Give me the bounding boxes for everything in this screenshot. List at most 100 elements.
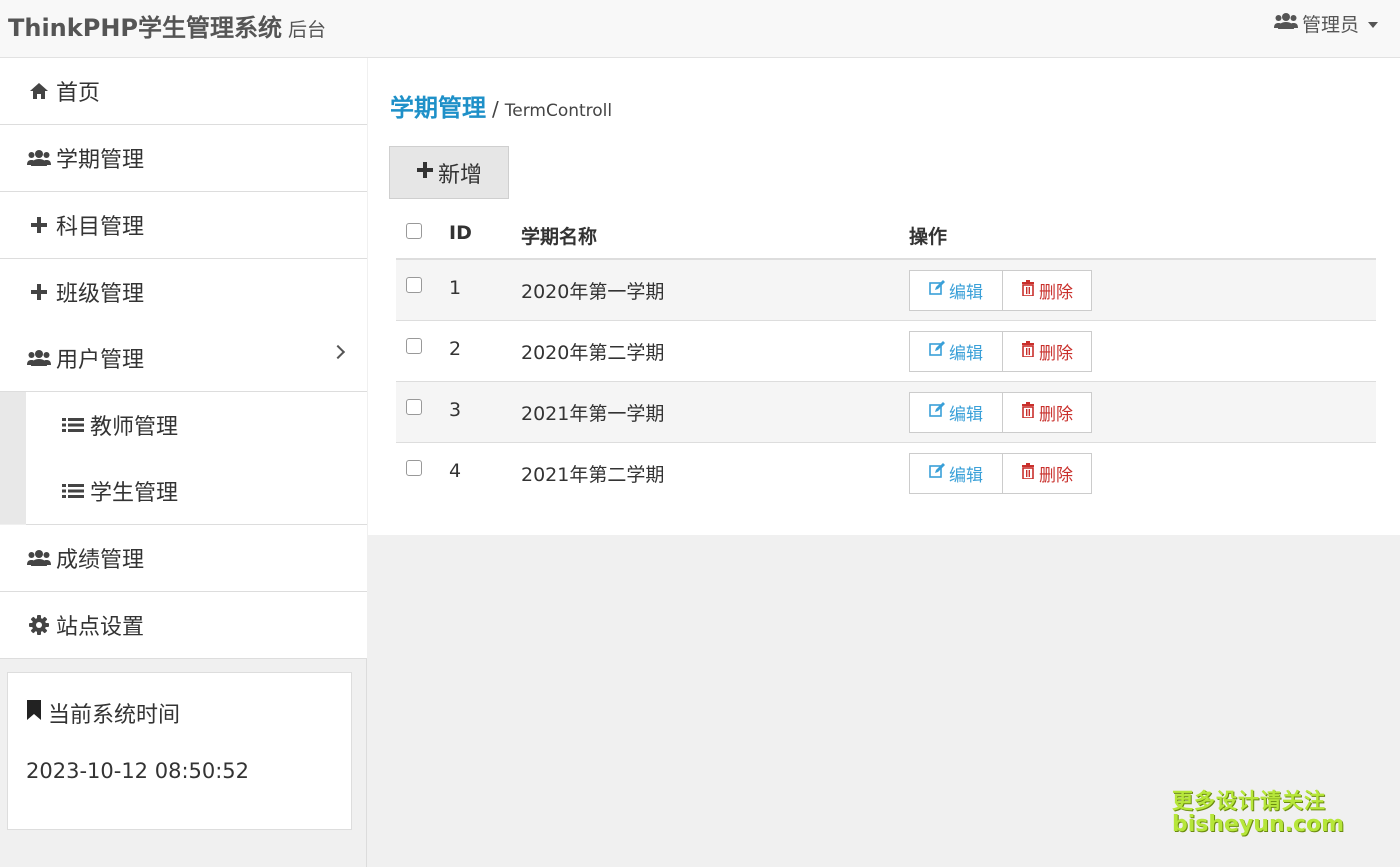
row-actions: 编辑 删除	[909, 331, 1092, 372]
edit-icon	[929, 341, 945, 362]
row-actions: 编辑 删除	[909, 392, 1092, 433]
user-dropdown[interactable]: 管理员	[1273, 10, 1378, 37]
users-icon	[26, 149, 52, 167]
brand[interactable]: ThinkPHP学生管理系统 后台	[8, 8, 326, 43]
edit-icon	[929, 402, 945, 423]
users-icon	[26, 549, 52, 567]
sidebar-item-scores[interactable]: 成绩管理	[0, 525, 367, 592]
chevron-right-icon	[330, 344, 346, 360]
delete-button[interactable]: 删除	[1003, 331, 1092, 372]
page-subtitle: TermControll	[504, 101, 613, 121]
sidebar-item-label: 用户管理	[56, 348, 145, 373]
edit-button-label: 编辑	[949, 405, 983, 425]
delete-button-label: 删除	[1039, 405, 1073, 425]
edit-button[interactable]: 编辑	[909, 331, 1003, 372]
table-row: 3 2021年第一学期 编辑 删除	[396, 382, 1376, 443]
brand-subtitle: 后台	[288, 19, 327, 41]
sidebar-item-teachers[interactable]: 教师管理	[26, 392, 367, 459]
row-checkbox[interactable]	[406, 399, 422, 415]
sidebar-item-label: 首页	[56, 81, 101, 106]
sidebar-item-settings[interactable]: 站点设置	[0, 592, 367, 659]
add-button[interactable]: 新增	[389, 146, 509, 199]
row-term-name: 2021年第一学期	[521, 403, 665, 425]
sidebar-item-subjects[interactable]: 科目管理	[0, 192, 367, 259]
list-icon	[60, 417, 86, 433]
row-actions: 编辑 删除	[909, 270, 1092, 311]
user-label: 管理员	[1301, 14, 1359, 36]
delete-button-label: 删除	[1039, 283, 1073, 303]
current-time-value: 2023-10-12 08:50:52	[26, 759, 250, 783]
sidebar-item-users[interactable]: 用户管理	[0, 325, 367, 392]
submenu-gutter	[0, 391, 26, 524]
time-panel-title: 当前系统时间	[26, 697, 180, 729]
top-navbar: ThinkPHP学生管理系统 后台 管理员	[0, 0, 1400, 58]
edit-icon	[929, 280, 945, 301]
sidebar-item-label: 班级管理	[56, 282, 145, 307]
users-icon	[26, 349, 52, 367]
sidebar-item-label: 成绩管理	[56, 548, 145, 573]
breadcrumb: 学期管理 / TermControll	[390, 88, 612, 123]
row-checkbox[interactable]	[406, 338, 422, 354]
sidebar-item-students[interactable]: 学生管理	[26, 458, 367, 525]
delete-button-label: 删除	[1039, 466, 1073, 486]
watermark-line1: 更多设计请关注	[1172, 789, 1326, 813]
plus-icon	[26, 216, 52, 234]
trash-icon	[1021, 402, 1035, 423]
edit-button[interactable]: 编辑	[909, 453, 1003, 494]
breadcrumb-separator: /	[492, 97, 499, 121]
watermark-line2: bisheyun.com	[1172, 812, 1345, 838]
page-title: 学期管理	[390, 94, 486, 122]
sidebar: 首页 学期管理 科目管理 班级管理 用户管理 教师管理 学生管理 成绩管理 站点…	[0, 58, 367, 867]
delete-button[interactable]: 删除	[1003, 453, 1092, 494]
edit-button-label: 编辑	[949, 344, 983, 364]
table-header: ID 学期名称 操作	[396, 208, 1376, 260]
row-term-name: 2020年第一学期	[521, 281, 665, 303]
sidebar-item-label: 学期管理	[56, 148, 145, 173]
row-checkbox[interactable]	[406, 277, 422, 293]
row-id: 3	[449, 399, 462, 421]
delete-button-label: 删除	[1039, 344, 1073, 364]
sidebar-item-classes[interactable]: 班级管理	[0, 259, 367, 326]
main-content: 学期管理 / TermControll 新增 ID 学期名称 操作 1 2020…	[368, 58, 1400, 535]
plus-icon	[416, 160, 434, 185]
bookmark-icon	[26, 700, 42, 726]
row-term-name: 2021年第二学期	[521, 464, 665, 486]
edit-button[interactable]: 编辑	[909, 392, 1003, 433]
delete-button[interactable]: 删除	[1003, 270, 1092, 311]
sidebar-item-home[interactable]: 首页	[0, 58, 367, 125]
row-actions: 编辑 删除	[909, 453, 1092, 494]
table-row: 1 2020年第一学期 编辑 删除	[396, 260, 1376, 321]
system-time-panel: 当前系统时间 2023-10-12 08:50:52	[7, 672, 352, 830]
sidebar-item-label: 站点设置	[56, 615, 145, 640]
caret-down-icon	[1368, 21, 1378, 28]
row-id: 1	[449, 277, 462, 299]
list-icon	[60, 483, 86, 499]
row-id: 4	[449, 460, 462, 482]
plus-icon	[26, 283, 52, 301]
trash-icon	[1021, 341, 1035, 362]
table-row: 4 2021年第二学期 编辑 删除	[396, 443, 1376, 504]
table-row: 2 2020年第二学期 编辑 删除	[396, 321, 1376, 382]
brand-title: ThinkPHP学生管理系统	[8, 14, 282, 42]
row-term-name: 2020年第二学期	[521, 342, 665, 364]
sidebar-item-label: 教师管理	[90, 415, 179, 440]
row-id: 2	[449, 338, 462, 360]
gear-icon	[26, 615, 52, 635]
add-button-label: 新增	[437, 162, 482, 188]
header-term-name: 学期名称	[521, 226, 598, 248]
trash-icon	[1021, 280, 1035, 301]
edit-icon	[929, 463, 945, 484]
sidebar-item-label: 科目管理	[56, 215, 145, 240]
select-all-checkbox[interactable]	[406, 223, 422, 239]
trash-icon	[1021, 463, 1035, 484]
edit-button-label: 编辑	[949, 283, 983, 303]
sidebar-item-label: 学生管理	[90, 481, 179, 506]
edit-button[interactable]: 编辑	[909, 270, 1003, 311]
watermark: 更多设计请关注 bisheyun.com	[1172, 789, 1345, 838]
header-id: ID	[449, 222, 472, 244]
row-checkbox[interactable]	[406, 460, 422, 476]
users-icon	[1273, 12, 1298, 35]
sidebar-item-terms[interactable]: 学期管理	[0, 125, 367, 192]
home-icon	[26, 82, 52, 100]
delete-button[interactable]: 删除	[1003, 392, 1092, 433]
